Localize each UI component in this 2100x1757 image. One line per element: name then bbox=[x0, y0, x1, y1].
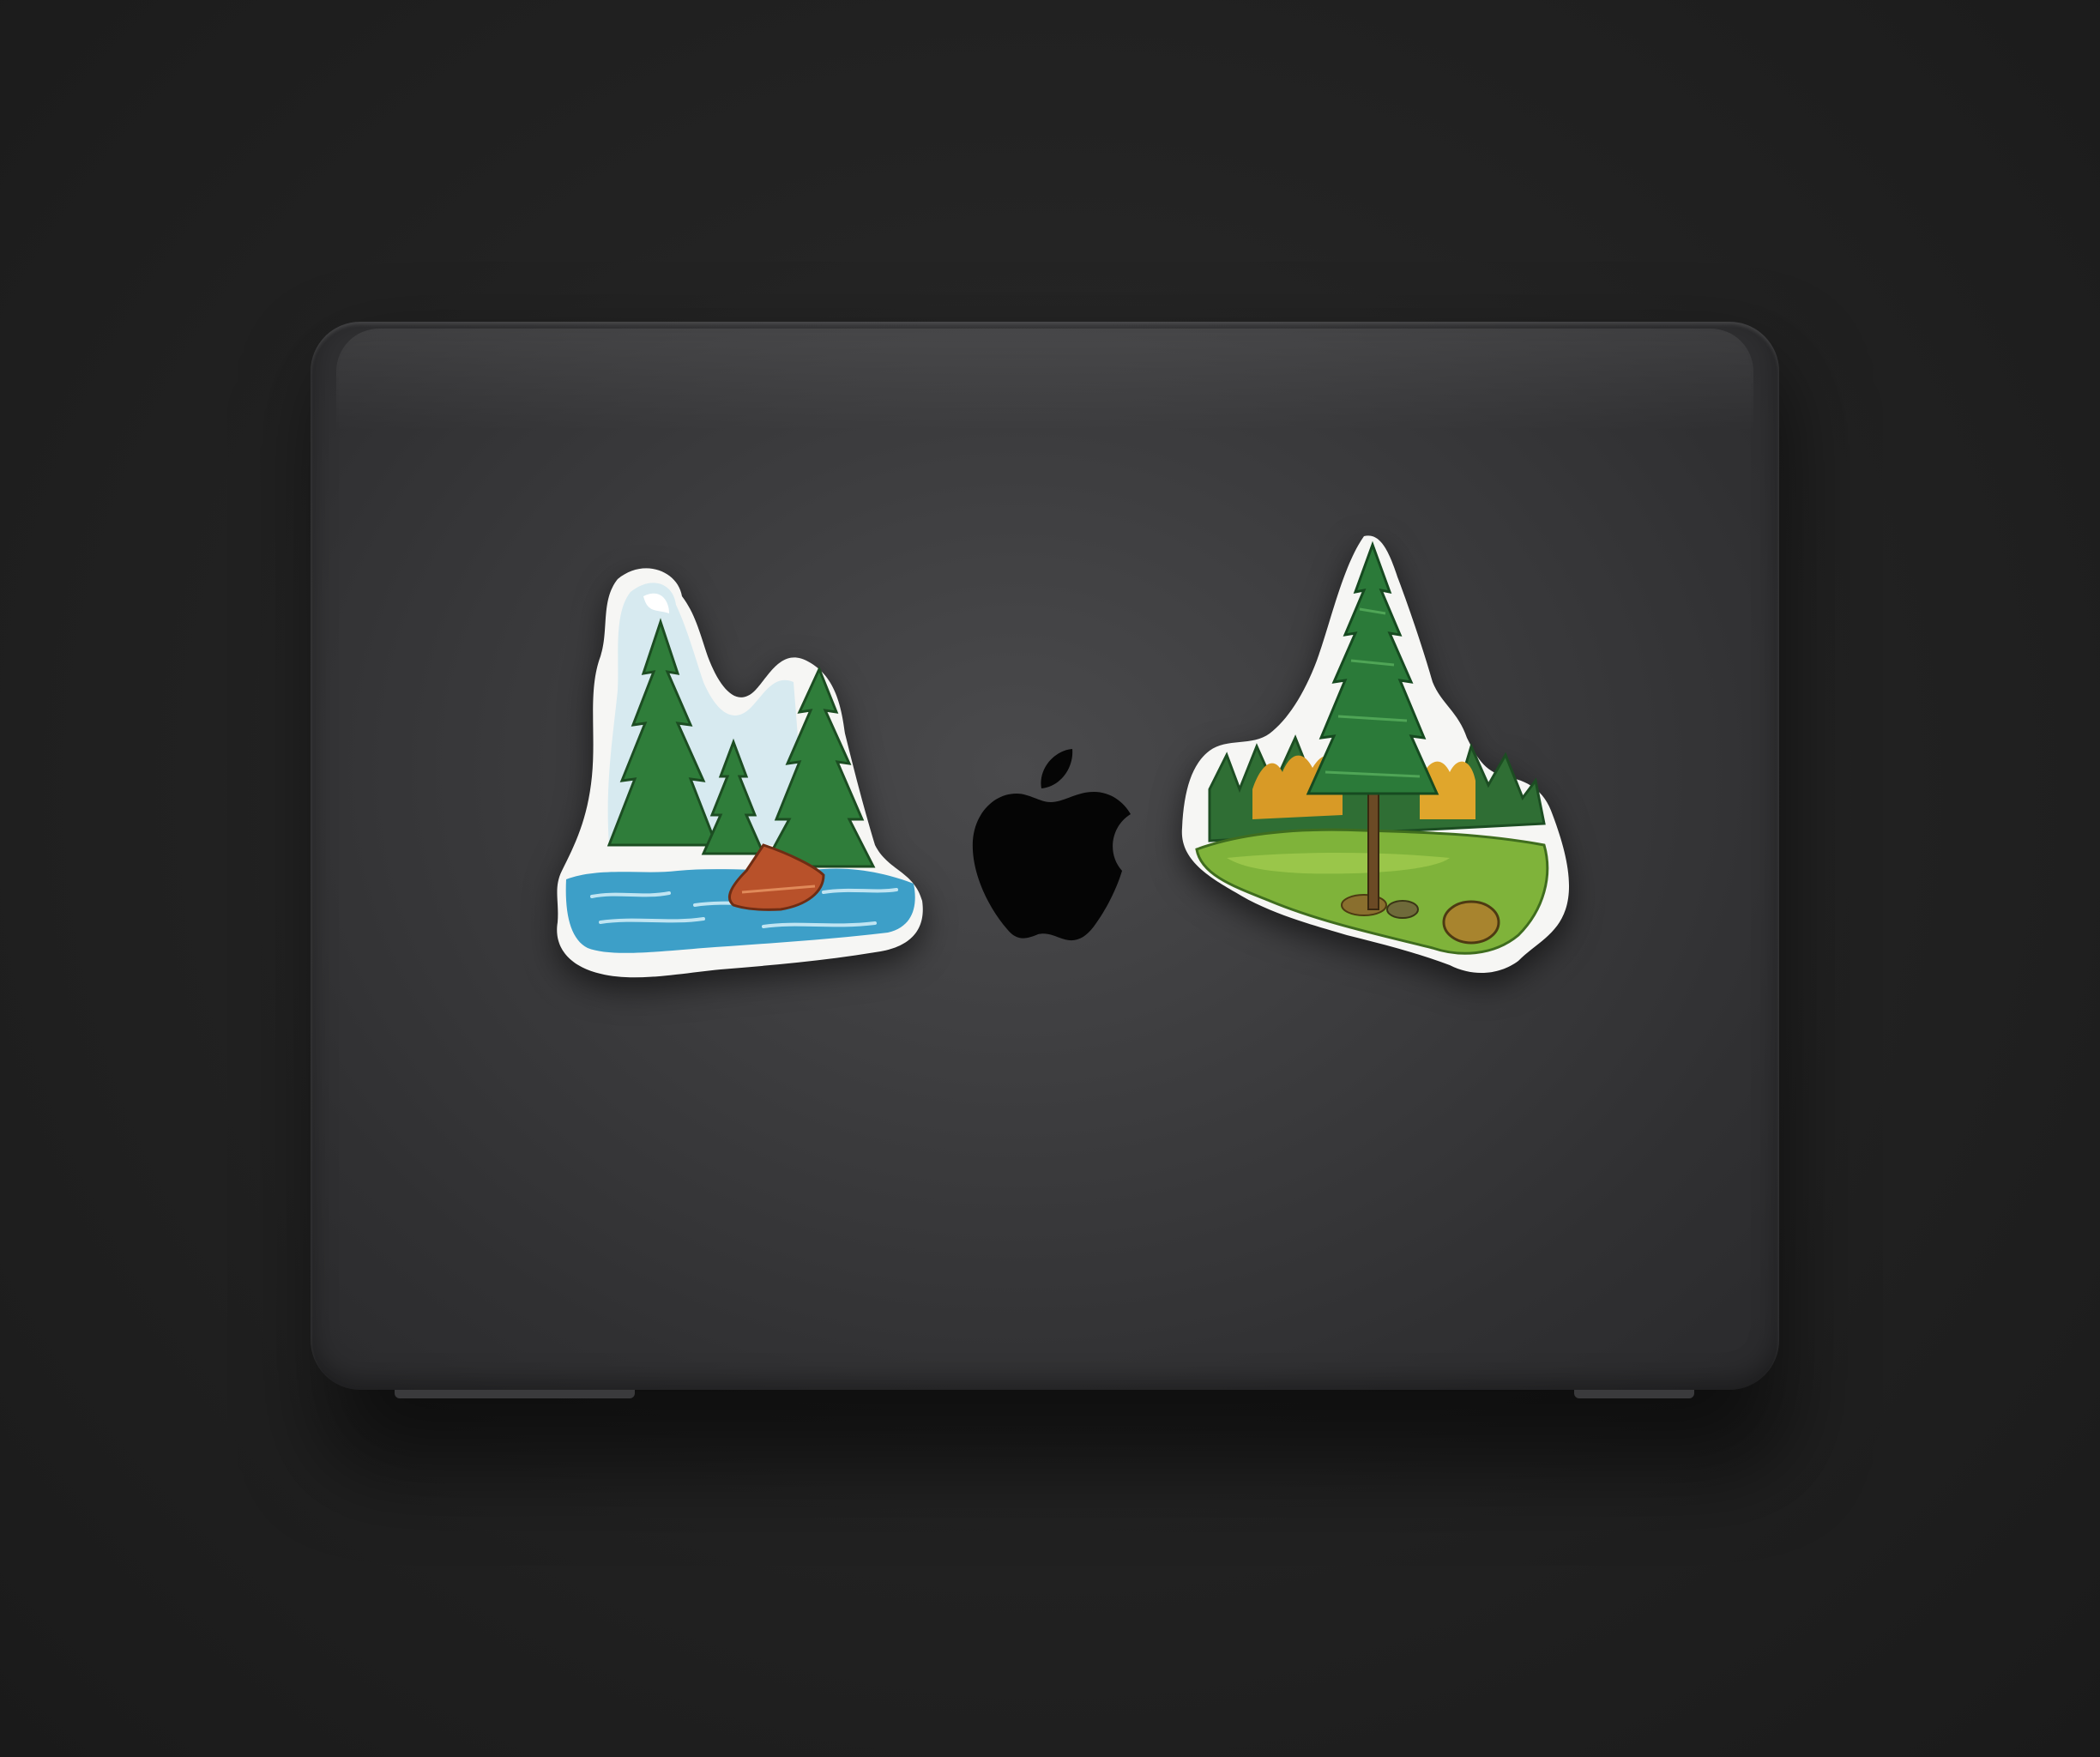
laptop-hinge-right bbox=[1574, 1390, 1694, 1398]
desk-background bbox=[0, 0, 2100, 1757]
apple-logo-icon bbox=[972, 749, 1131, 941]
laptop-hinge-left bbox=[395, 1390, 635, 1398]
laptop-sheen bbox=[336, 329, 1753, 432]
lake-sticker bbox=[557, 568, 923, 978]
forest-sticker bbox=[1181, 535, 1570, 974]
